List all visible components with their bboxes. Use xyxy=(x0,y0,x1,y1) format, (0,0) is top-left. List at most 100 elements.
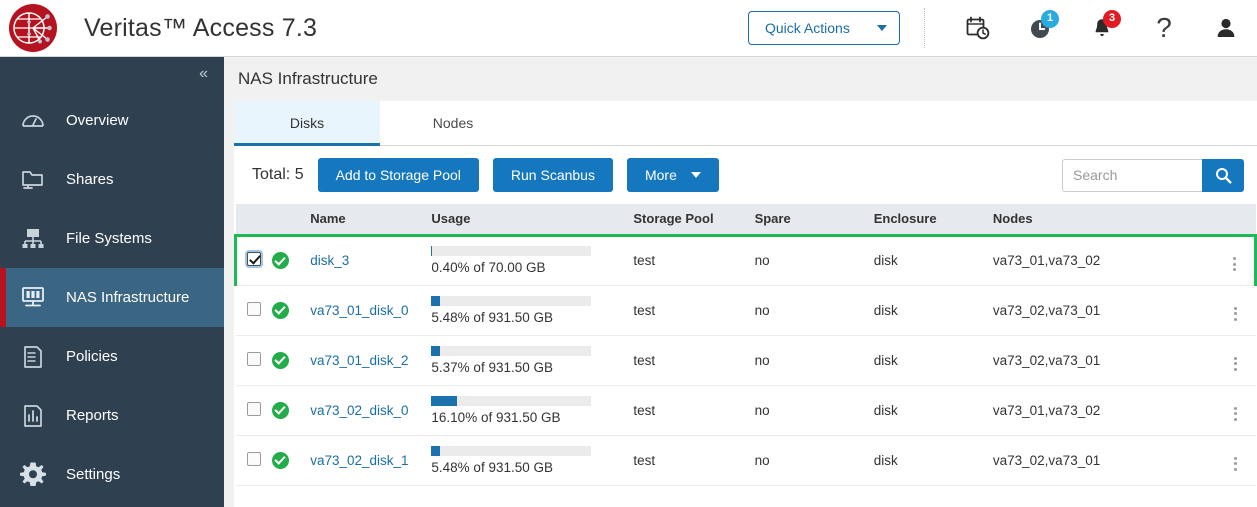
calendar-clock-icon[interactable] xyxy=(947,0,1009,57)
disk-name-link[interactable]: va73_01_disk_0 xyxy=(310,303,408,318)
th-usage[interactable]: Usage xyxy=(431,204,633,235)
sidebar-item-nas-infrastructure[interactable]: NAS Infrastructure xyxy=(0,268,224,327)
th-storage-pool[interactable]: Storage Pool xyxy=(633,204,754,235)
more-button[interactable]: More xyxy=(627,158,719,192)
row-status-cell xyxy=(272,435,310,485)
search-button[interactable] xyxy=(1202,159,1244,192)
status-ok-icon xyxy=(272,352,289,369)
gear-icon xyxy=(0,461,66,489)
row-checkbox[interactable] xyxy=(247,302,261,316)
row-spare-cell: no xyxy=(755,335,874,385)
app-title: Veritas™ Access 7.3 xyxy=(84,14,317,43)
notification-badge-count: 3 xyxy=(1103,10,1121,28)
row-actions-cell[interactable] xyxy=(1215,335,1255,385)
logo-container xyxy=(0,0,66,57)
row-nodes-cell: va73_01,va73_02 xyxy=(993,235,1215,285)
row-storage-pool-cell: test xyxy=(633,285,754,335)
row-enclosure-cell: disk xyxy=(874,285,993,335)
sidebar-item-file-systems[interactable]: File Systems xyxy=(0,209,224,268)
row-actions-cell[interactable] xyxy=(1215,285,1255,335)
add-to-storage-pool-button[interactable]: Add to Storage Pool xyxy=(318,158,479,192)
run-scanbus-button[interactable]: Run Scanbus xyxy=(493,158,613,192)
row-checkbox[interactable] xyxy=(247,352,261,366)
row-nodes-cell: va73_01,va73_02 xyxy=(993,385,1215,435)
notifications-bell-icon[interactable]: 3 xyxy=(1071,0,1133,57)
row-menu-icon[interactable] xyxy=(1226,255,1244,273)
row-name-cell: va73_02_disk_0 xyxy=(310,385,431,435)
row-checkbox[interactable] xyxy=(247,402,261,416)
clock-history-icon[interactable]: 1 xyxy=(1009,0,1071,57)
row-name-cell: va73_01_disk_0 xyxy=(310,285,431,335)
disk-name-link[interactable]: va73_02_disk_0 xyxy=(310,403,408,418)
row-storage-pool-cell: test xyxy=(633,235,754,285)
row-checkbox[interactable] xyxy=(247,252,261,266)
row-actions-cell[interactable] xyxy=(1215,435,1255,485)
user-account-icon[interactable] xyxy=(1195,0,1257,57)
disk-name-link[interactable]: disk_3 xyxy=(310,253,349,268)
row-actions-cell[interactable] xyxy=(1215,235,1255,285)
row-select-cell[interactable] xyxy=(236,385,272,435)
sidebar-item-shares[interactable]: Shares xyxy=(0,150,224,209)
shared-folder-icon xyxy=(0,167,66,193)
table-header-row: Name Usage Storage Pool Spare Enclosure … xyxy=(236,204,1256,235)
table-body: disk_30.40% of 70.00 GBtestnodiskva73_01… xyxy=(236,235,1256,485)
content-area: NAS Infrastructure Disks Nodes Total: 5 … xyxy=(224,57,1257,507)
veritas-logo xyxy=(9,4,57,52)
table-row[interactable]: disk_30.40% of 70.00 GBtestnodiskva73_01… xyxy=(236,235,1256,285)
row-status-cell xyxy=(272,335,310,385)
disk-name-link[interactable]: va73_01_disk_2 xyxy=(310,353,408,368)
row-select-cell[interactable] xyxy=(236,235,272,285)
sidebar-item-label: Policies xyxy=(66,348,118,365)
usage-progress-bar xyxy=(431,396,591,406)
row-status-cell xyxy=(272,235,310,285)
row-actions-cell[interactable] xyxy=(1215,385,1255,435)
row-select-cell[interactable] xyxy=(236,335,272,385)
sidebar-item-reports[interactable]: Reports xyxy=(0,386,224,445)
th-nodes[interactable]: Nodes xyxy=(993,204,1215,235)
top-bar-actions: Quick Actions 1 3 xyxy=(748,0,1257,57)
row-menu-icon[interactable] xyxy=(1226,455,1244,473)
help-icon[interactable]: ? xyxy=(1133,0,1195,57)
row-select-cell[interactable] xyxy=(236,285,272,335)
sidebar-item-overview[interactable]: Overview xyxy=(0,91,224,150)
sidebar-item-settings[interactable]: Settings xyxy=(0,445,224,504)
search-icon xyxy=(1215,167,1232,184)
policy-scroll-icon xyxy=(0,344,66,370)
row-usage-cell: 5.37% of 931.50 GB xyxy=(431,335,633,385)
row-menu-icon[interactable] xyxy=(1226,405,1244,423)
tab-nodes[interactable]: Nodes xyxy=(380,101,526,145)
page-title: NAS Infrastructure xyxy=(224,57,1257,101)
row-spare-cell: no xyxy=(755,235,874,285)
sidebar-item-label: Overview xyxy=(66,112,129,129)
row-spare-cell: no xyxy=(755,385,874,435)
table-row[interactable]: va73_02_disk_016.10% of 931.50 GBtestnod… xyxy=(236,385,1256,435)
quick-actions-label: Quick Actions xyxy=(765,20,850,36)
total-count-label: Total: 5 xyxy=(252,166,304,184)
th-spare[interactable]: Spare xyxy=(755,204,874,235)
disk-name-link[interactable]: va73_02_disk_1 xyxy=(310,453,408,468)
sidebar-item-policies[interactable]: Policies xyxy=(0,327,224,386)
quick-actions-button[interactable]: Quick Actions xyxy=(748,11,900,45)
status-ok-icon xyxy=(272,252,289,269)
row-enclosure-cell: disk xyxy=(874,385,993,435)
usage-text: 0.40% of 70.00 GB xyxy=(431,260,633,275)
clock-badge-count: 1 xyxy=(1041,10,1059,28)
usage-text: 5.48% of 931.50 GB xyxy=(431,310,633,325)
row-select-cell[interactable] xyxy=(236,435,272,485)
row-status-cell xyxy=(272,285,310,335)
th-enclosure[interactable]: Enclosure xyxy=(874,204,993,235)
table-row[interactable]: va73_02_disk_15.48% of 931.50 GBtestnodi… xyxy=(236,435,1256,485)
table-row[interactable]: va73_01_disk_05.48% of 931.50 GBtestnodi… xyxy=(236,285,1256,335)
row-menu-icon[interactable] xyxy=(1226,305,1244,323)
tab-disks[interactable]: Disks xyxy=(234,101,380,145)
search-input[interactable] xyxy=(1062,159,1202,192)
row-name-cell: disk_3 xyxy=(310,235,431,285)
row-checkbox[interactable] xyxy=(247,452,261,466)
row-menu-icon[interactable] xyxy=(1226,355,1244,373)
sidebar-collapse-button[interactable]: « xyxy=(0,57,224,91)
sidebar-item-label: Reports xyxy=(66,407,119,424)
usage-text: 16.10% of 931.50 GB xyxy=(431,410,633,425)
row-name-cell: va73_01_disk_2 xyxy=(310,335,431,385)
th-name[interactable]: Name xyxy=(310,204,431,235)
table-row[interactable]: va73_01_disk_25.37% of 931.50 GBtestnodi… xyxy=(236,335,1256,385)
